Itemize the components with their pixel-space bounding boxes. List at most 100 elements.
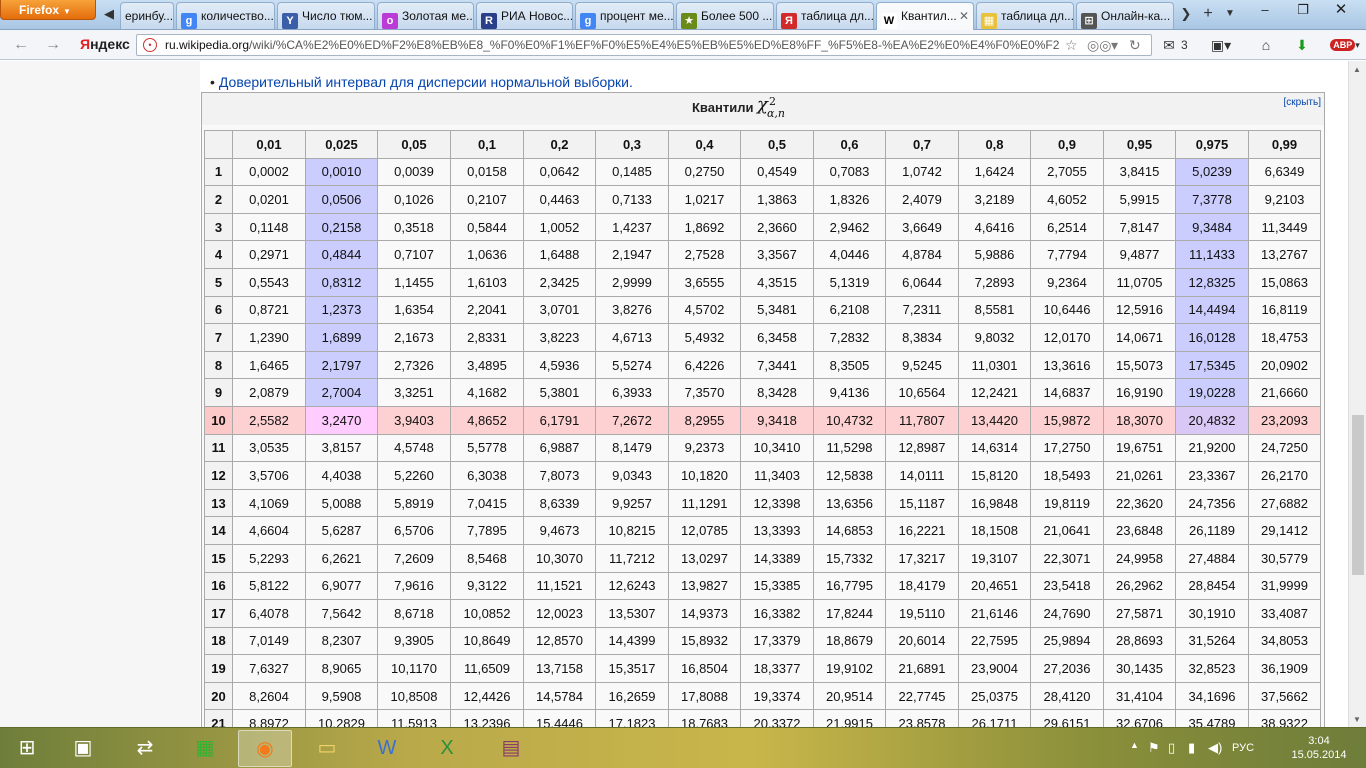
tabs-scroll-left-icon[interactable]: ◀: [99, 3, 119, 25]
site-identity-icon[interactable]: •: [143, 38, 157, 52]
forward-arrow-icon[interactable]: →: [40, 34, 66, 56]
table-cell: 23,9004: [958, 654, 1031, 683]
table-cell: 7,8073: [523, 461, 596, 490]
tabs-scroll-right-icon[interactable]: ❯: [1176, 3, 1196, 25]
confidence-interval-link[interactable]: Доверительный интервал для дисперсии нор…: [219, 74, 633, 90]
firefox-app-icon[interactable]: ◉: [238, 730, 292, 767]
table-cell: 30,1435: [1103, 654, 1176, 683]
minimize-icon[interactable]: –: [1250, 0, 1280, 20]
tab-favicon-icon: g: [580, 13, 596, 29]
table-cell: 0,0002: [232, 157, 306, 187]
table-cell: 11,6509: [450, 654, 524, 683]
table-cell: 5,0239: [1175, 157, 1249, 187]
explorer-app-icon[interactable]: ▭: [300, 730, 354, 767]
table-cell: 21,6891: [885, 654, 959, 683]
reload-icon[interactable]: ↻: [1129, 37, 1141, 54]
vertical-scrollbar[interactable]: ▲ ▼: [1348, 61, 1366, 727]
download-arrow-icon[interactable]: ⬇: [1292, 34, 1312, 56]
hide-link[interactable]: [скрыть]: [1284, 97, 1321, 108]
close-window-icon[interactable]: ✕: [1326, 0, 1356, 20]
table-cell: 3,9403: [377, 405, 451, 435]
tab-4[interactable]: o Золотая ме...: [377, 2, 474, 29]
table-cell: 7,3778: [1175, 185, 1249, 214]
cmd-app-icon[interactable]: ▣: [56, 730, 110, 767]
table-cell: 11,7212: [595, 543, 669, 573]
language-indicator[interactable]: РУС: [1232, 742, 1254, 754]
tab-label: Число тюм...: [302, 9, 373, 23]
tab-8[interactable]: Ятаблица дл...: [776, 2, 874, 29]
table-cell: 18,7683: [668, 709, 741, 727]
winrar-app-icon[interactable]: ▤: [484, 730, 538, 767]
table-cell: 13,9827: [668, 571, 741, 601]
table-cell: 7,3441: [740, 350, 814, 380]
yandex-home-link[interactable]: Яндекс: [80, 36, 130, 52]
table-cell: 9,4136: [813, 378, 886, 407]
table-cell: 5,3801: [523, 378, 596, 407]
table-cell: 6,4078: [232, 599, 306, 628]
word-app-icon[interactable]: W: [360, 730, 414, 767]
bookmarks-menu-icon[interactable]: ▣▾: [1206, 34, 1236, 56]
tab-3[interactable]: Y Число тюм...: [277, 2, 375, 29]
table-cell: 12,0785: [668, 516, 741, 545]
tray-expand-icon[interactable]: ▲: [1130, 740, 1139, 750]
new-tab-icon[interactable]: +: [1198, 3, 1218, 25]
table-cell: 30,5779: [1248, 543, 1321, 573]
table-cell: 12,5916: [1103, 295, 1176, 325]
column-header: 0,025: [305, 130, 378, 159]
table-cell: 10,1820: [668, 461, 741, 490]
mail-icon[interactable]: ✉: [1160, 34, 1178, 56]
table-cell: 6,3458: [740, 323, 814, 352]
tab-5[interactable]: R РИА Новос...: [476, 2, 573, 29]
table-cell: 19,6751: [1103, 433, 1176, 463]
maximize-icon[interactable]: ❐: [1288, 0, 1318, 20]
windows-start-icon[interactable]: ⊞: [0, 730, 54, 767]
table-cell: 7,2311: [885, 295, 959, 325]
tab-favicon-icon: W: [881, 13, 897, 29]
adblock-plus-icon[interactable]: ABP ▾: [1330, 34, 1360, 56]
table-cell: 12,4426: [450, 681, 524, 711]
tab-11[interactable]: ⊞ Онлайн-ка...: [1076, 2, 1174, 29]
table-cell: 5,5274: [595, 350, 669, 380]
home-icon[interactable]: ⌂: [1256, 34, 1276, 56]
table-cell: 32,6706: [1103, 709, 1176, 727]
table-cell: 27,6882: [1248, 488, 1321, 518]
tab-1[interactable]: еринбу...: [120, 2, 174, 29]
scrollbar-thumb[interactable]: [1352, 415, 1364, 575]
table-cell: 12,2421: [958, 378, 1031, 407]
store-app-icon[interactable]: ▦: [178, 730, 232, 767]
table-cell: 12,8325: [1175, 267, 1249, 297]
network-icon[interactable]: ▮: [1188, 740, 1195, 756]
table-cell: 1,2373: [305, 295, 378, 325]
reader-glasses-icon[interactable]: ◎◎: [1087, 37, 1111, 54]
table-cell: 4,5748: [377, 433, 451, 463]
firefox-menu-button[interactable]: Firefox ▼: [0, 0, 96, 20]
table-cell: 13,5307: [595, 599, 669, 628]
column-header: 0,99: [1248, 130, 1321, 159]
address-bar[interactable]: • ru.wikipedia.org/wiki/%CA%E2%E0%ED%F2%…: [136, 34, 1152, 56]
scroll-down-icon[interactable]: ▼: [1353, 715, 1361, 724]
back-arrow-icon[interactable]: ←: [8, 34, 34, 56]
tab-label: таблица дл...: [1001, 9, 1074, 23]
tab-9[interactable]: W Квантил... ✕: [876, 2, 974, 30]
network-app-icon[interactable]: ⇄: [118, 730, 172, 767]
tab-list-icon[interactable]: ▼: [1220, 3, 1240, 25]
table-cell: 1,4237: [595, 212, 669, 242]
table-cell: 18,4179: [885, 571, 959, 601]
table-cell: 20,3372: [740, 709, 814, 727]
tab-2[interactable]: g количество...: [176, 2, 275, 29]
url-text[interactable]: ru.wikipedia.org/wiki/%CA%E2%E0%ED%F2%E8…: [165, 38, 1059, 52]
tab-10[interactable]: ▦ таблица дл...: [976, 2, 1074, 29]
tab-7[interactable]: ★ Более 500 ...: [676, 2, 774, 29]
dropdown-icon[interactable]: ▾: [1111, 37, 1118, 54]
column-header: 0,4: [668, 130, 741, 159]
table-cell: 7,8147: [1103, 212, 1176, 242]
action-center-icon[interactable]: ⚑: [1148, 740, 1160, 756]
volume-icon[interactable]: ◀): [1208, 740, 1222, 756]
excel-app-icon[interactable]: X: [420, 730, 474, 767]
tab-close-icon[interactable]: ✕: [959, 9, 969, 23]
tab-6[interactable]: g процент ме...: [575, 2, 674, 29]
battery-icon[interactable]: ▯: [1168, 740, 1175, 756]
bookmark-star-icon[interactable]: ☆: [1065, 37, 1078, 54]
clock[interactable]: 3:04 15.05.2014: [1284, 734, 1354, 762]
scroll-up-icon[interactable]: ▲: [1353, 65, 1361, 74]
